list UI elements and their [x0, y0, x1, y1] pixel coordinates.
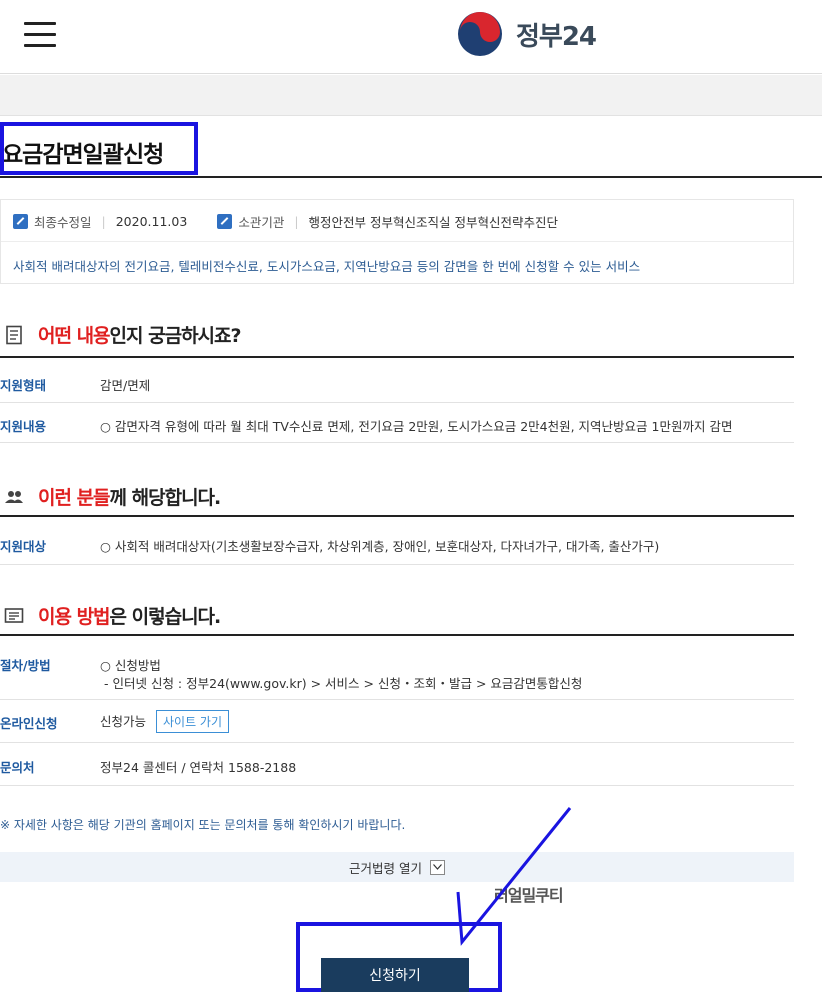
section-who-heading: 이런 분들 께 해당합니다. [4, 483, 222, 510]
top-header: 정부24 [0, 0, 822, 74]
row-value: ○ 감면자격 유형에 따라 월 최대 TV수신료 면제, 전기요금 2만원, 도… [100, 419, 733, 434]
logo-text: 정부24 [516, 21, 597, 52]
section-who-highlight: 이런 분들 [38, 487, 111, 509]
overlay-handwriting-text: 러얼밀쿠티 [494, 886, 564, 905]
table-row: 지원내용 ○ 감면자격 유형에 따라 월 최대 TV수신료 면제, 전기요금 2… [0, 403, 794, 443]
annotation-box-title [0, 122, 198, 175]
online-status: 신청가능 [100, 714, 147, 729]
site-link-button[interactable]: 사이트 가기 [156, 710, 230, 733]
table-row: 문의처 정부24 콜센터 / 연락처 1588-2188 [0, 743, 794, 786]
updated-label: 최종수정일 [34, 215, 92, 230]
title-divider [0, 176, 822, 178]
table-row: 절차/방법 ○ 신청방법 - 인터넷 신청 : 정부24(www.gov.kr)… [0, 636, 794, 700]
table-row: 지원대상 ○ 사회적 배려대상자(기초생활보장수급자, 차상위계층, 장애인, … [0, 517, 794, 565]
agency-label: 소관기관 [238, 215, 285, 230]
section-what-highlight: 어떤 내용 [38, 325, 111, 347]
apply-button[interactable]: 신청하기 [321, 958, 469, 992]
notice-text: ※ 자세한 사항은 해당 기관의 홈페이지 또는 문의처를 통해 확인하시기 바… [0, 818, 406, 832]
section-how-heading: 이용 방법 은 이렇습니다. [4, 602, 222, 629]
agency-value: 행정안전부 정부혁신조직실 정부혁신전략추진단 [308, 215, 558, 230]
law-toggle-label: 근거법령 열기 [349, 860, 422, 876]
menu-icon[interactable] [24, 22, 56, 48]
message-icon [4, 607, 24, 623]
row-label: 문의처 [0, 760, 35, 775]
section-who-rest: 께 해당합니다. [109, 487, 222, 509]
row-value: 정부24 콜센터 / 연락처 1588-2188 [100, 760, 297, 775]
pen-icon [217, 214, 233, 229]
section-what-rest: 인지 궁금하시죠? [109, 325, 242, 347]
section-how-rest: 은 이렇습니다. [109, 606, 222, 628]
document-icon [6, 325, 22, 344]
chevron-down-icon[interactable] [429, 859, 445, 875]
table-row: 지원형태 감면/면제 [0, 358, 794, 403]
table-row: 온라인신청 신청가능 사이트 가기 [0, 700, 794, 743]
row-label: 절차/방법 [0, 658, 51, 673]
service-info-box: 최종수정일 | 2020.11.03 소관기관 | 행정안전부 정부혁신조직실 … [0, 199, 794, 284]
row-label: 지원대상 [0, 539, 47, 554]
gray-strip [0, 75, 822, 116]
row-value-detail: - 인터넷 신청 : 정부24(www.gov.kr) > 서비스 > 신청・조… [104, 676, 583, 691]
pen-icon [13, 214, 28, 229]
row-value: ○ 사회적 배려대상자(기초생활보장수급자, 차상위계층, 장애인, 보훈대상자… [100, 539, 660, 554]
meta-row: 최종수정일 | 2020.11.03 소관기관 | 행정안전부 정부혁신조직실 … [13, 212, 558, 231]
row-value: 감면/면제 [100, 378, 151, 393]
updated-value: 2020.11.03 [115, 214, 188, 229]
gov24-logo[interactable]: 정부24 [456, 10, 597, 58]
row-label: 지원내용 [0, 419, 47, 434]
meta-separator: | [101, 214, 106, 229]
service-description: 사회적 배려대상자의 전기요금, 텔레비전수신료, 도시가스요금, 지역난방요금… [13, 259, 641, 274]
row-value: ○ 신청방법 [100, 658, 161, 673]
info-divider [1, 241, 793, 242]
law-toggle-bar[interactable]: 근거법령 열기 [0, 852, 794, 882]
taegeuk-icon [458, 12, 502, 56]
meta-separator: | [294, 214, 299, 229]
people-icon [5, 490, 23, 503]
section-how-highlight: 이용 방법 [38, 606, 111, 628]
row-label: 지원형태 [0, 378, 47, 393]
row-value-group: 신청가능 사이트 가기 [100, 710, 230, 733]
row-label: 온라인신청 [0, 716, 58, 731]
section-what-heading: 어떤 내용 인지 궁금하시죠? [4, 321, 242, 348]
